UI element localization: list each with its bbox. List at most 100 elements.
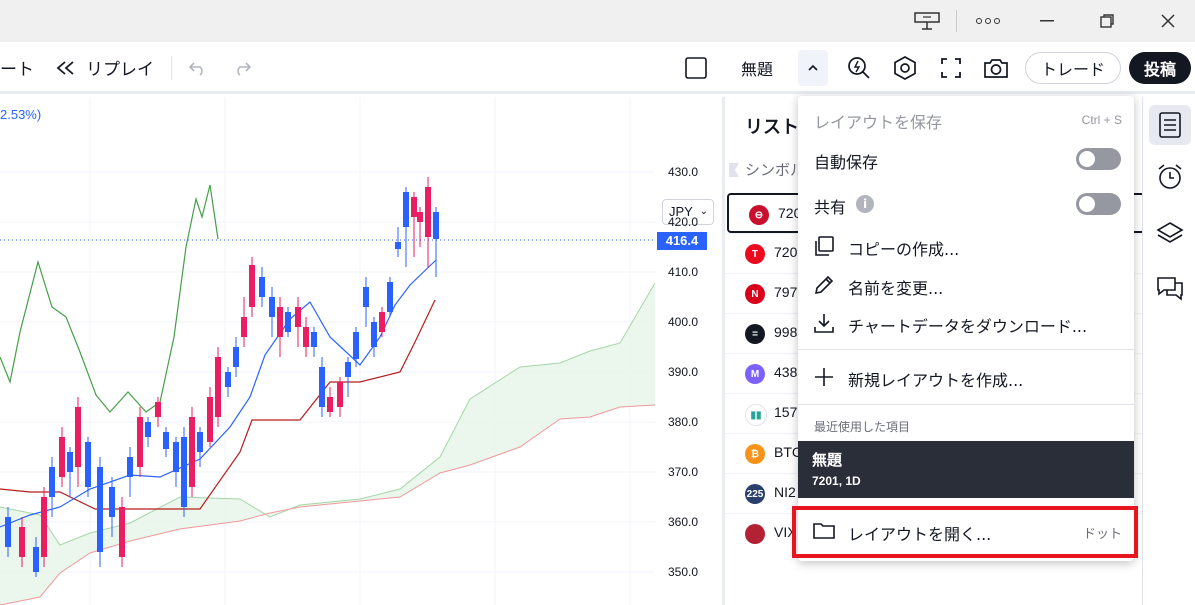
price-chart[interactable]: 2.53%) JPY ⌄ 430.0 420.0 410.0 400.0 390.…	[0, 97, 720, 605]
ichimoku-cloud	[0, 283, 655, 605]
symbol-ticker: NI2	[774, 484, 796, 500]
layout-dropdown-menu: レイアウトを保存 Ctrl + S 自動保存 共有 i コピーの作成... 名前…	[798, 96, 1134, 561]
symbol-ticker: 157	[774, 404, 798, 420]
list-icon	[1159, 112, 1181, 138]
menu-item-make-copy[interactable]: コピーの作成...	[798, 227, 1134, 265]
lagging-span	[0, 184, 219, 413]
camera-icon[interactable]	[982, 54, 1010, 82]
close-icon[interactable]	[1145, 0, 1191, 42]
alerts-rail-button[interactable]	[1149, 157, 1191, 197]
candle-body	[181, 437, 187, 507]
price-tick: 380.0	[668, 415, 699, 429]
price-tick: 400.0	[668, 315, 699, 329]
menu-separator	[798, 404, 1134, 405]
more-options-icon[interactable]	[965, 0, 1011, 42]
candle-body	[345, 362, 351, 377]
new-layout-label: 新規レイアウトを作成...	[848, 371, 1024, 390]
symbol-logo-icon: =	[745, 324, 765, 344]
copy-icon	[815, 236, 834, 256]
alarm-clock-icon	[1158, 164, 1182, 189]
candle-body	[387, 282, 393, 312]
share-toggle[interactable]	[1076, 193, 1121, 215]
candle-body	[97, 467, 103, 552]
undo-icon[interactable]	[184, 54, 212, 82]
recent-layout-item[interactable]: 無題 7201, 1D	[798, 441, 1134, 498]
pencil-icon	[814, 275, 834, 295]
symbol-header-label: シンボル	[745, 161, 806, 179]
candle-body	[85, 442, 91, 487]
chevron-down-icon: ⌄	[699, 206, 708, 217]
price-tick: 390.0	[668, 365, 699, 379]
post-button[interactable]: 投稿	[1129, 52, 1191, 84]
redo-icon[interactable]	[228, 54, 256, 82]
layout-name[interactable]: 無題	[741, 56, 773, 80]
price-tick: 350.0	[668, 565, 699, 579]
symbol-ticker: 438	[774, 364, 798, 380]
menu-item-rename[interactable]: 名前を変更...	[798, 266, 1134, 304]
candle-body	[137, 417, 143, 467]
minimize-icon[interactable]	[1024, 0, 1070, 42]
candle-body	[303, 327, 309, 347]
candle-body	[259, 277, 265, 297]
layers-rail-button[interactable]	[1149, 213, 1191, 253]
price-tick: 370.0	[668, 465, 699, 479]
recent-layout-sub: 7201, 1D	[812, 474, 861, 488]
watchlist-title: リスト	[745, 117, 799, 138]
menu-item-save-layout[interactable]: レイアウトを保存 Ctrl + S	[798, 100, 1134, 138]
symbol-ticker: 720	[774, 244, 798, 260]
price-tick: 430.0	[668, 165, 699, 179]
symbol-column-header: シンボル	[729, 159, 805, 180]
settings-hex-icon[interactable]	[891, 54, 919, 82]
candle-body	[403, 192, 409, 227]
candle-body	[295, 307, 301, 327]
chat-rail-button[interactable]	[1149, 269, 1191, 309]
symbol-logo-icon: M	[745, 364, 765, 384]
candle-body	[145, 422, 151, 437]
layout-menu-toggle[interactable]	[798, 50, 828, 86]
candle-body	[33, 547, 39, 572]
right-sidebar	[1142, 97, 1195, 605]
menu-item-autosave[interactable]: 自動保存	[798, 140, 1134, 178]
menu-item-new-layout[interactable]: 新規レイアウトを作成...	[798, 358, 1134, 396]
candle-body	[395, 242, 401, 249]
candle-body	[433, 212, 439, 239]
fullscreen-icon[interactable]	[937, 54, 965, 82]
symbol-logo-icon: ₿	[745, 444, 765, 464]
candle-body	[269, 297, 275, 317]
watchlist-rail-button[interactable]	[1149, 105, 1191, 145]
titlebar-divider	[956, 10, 957, 32]
candle-body	[207, 397, 213, 442]
candle-body	[225, 372, 231, 387]
rename-label: 名前を変更...	[848, 279, 944, 298]
candle-body	[109, 487, 115, 517]
menu-item-download-data[interactable]: チャートデータをダウンロード...	[798, 304, 1134, 342]
candle-body	[67, 452, 73, 472]
chart-menu-fragment[interactable]: ート	[0, 55, 34, 80]
autosave-toggle[interactable]	[1076, 148, 1121, 170]
candle-body	[417, 212, 423, 222]
candle-body	[277, 307, 283, 337]
symbol-logo-icon	[745, 524, 765, 544]
candle-body	[19, 527, 25, 557]
candle-body	[197, 432, 203, 452]
price-tick: 420.0	[668, 215, 699, 229]
replay-button[interactable]: リプレイ	[86, 55, 154, 80]
layout-square-icon[interactable]	[682, 54, 710, 82]
symbol-logo-icon: N	[745, 284, 765, 304]
flag-icon	[729, 163, 739, 177]
candle-body	[189, 417, 195, 487]
window-titlebar	[0, 0, 1195, 42]
chart-canvas	[0, 97, 656, 605]
quick-search-icon[interactable]	[845, 54, 873, 82]
restore-icon[interactable]	[1084, 0, 1130, 42]
info-icon[interactable]: i	[856, 195, 874, 213]
candle-body	[363, 287, 369, 307]
menu-item-share[interactable]: 共有 i	[798, 185, 1134, 223]
trade-button[interactable]: トレード	[1025, 52, 1121, 84]
candle-body	[425, 187, 431, 237]
save-shortcut: Ctrl + S	[1081, 113, 1122, 127]
candle-body	[155, 402, 161, 417]
symbol-ticker: 797	[774, 284, 798, 300]
monitor-icon[interactable]	[904, 0, 950, 42]
symbol-logo-icon: ▮▮	[745, 404, 767, 426]
